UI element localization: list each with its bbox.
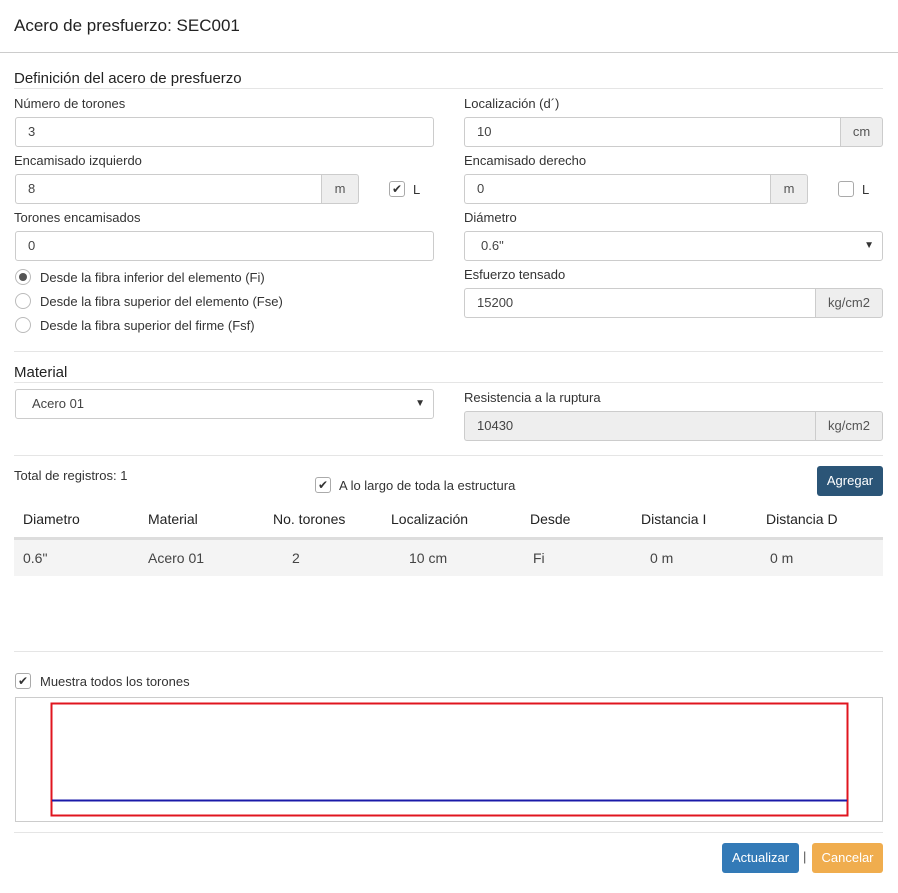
- localizacion-label: Localización (d´): [464, 96, 560, 111]
- section-divider: [14, 455, 883, 456]
- section-divider: [14, 88, 883, 89]
- localizacion-input[interactable]: 10: [464, 117, 841, 147]
- material-select-value: Acero 01: [32, 396, 85, 411]
- encamisado-izq-input[interactable]: 8: [15, 174, 322, 204]
- encamisado-izq-unit: m: [321, 174, 359, 204]
- esfuerzo-label: Esfuerzo tensado: [464, 267, 566, 282]
- esfuerzo-unit: kg/cm2: [815, 288, 883, 318]
- section-preview-canvas: [15, 697, 883, 822]
- add-button[interactable]: Agregar: [817, 466, 883, 496]
- table-cell: Acero 01: [148, 550, 205, 566]
- header-divider: [0, 52, 898, 53]
- radio-fse-label: Desde la fibra superior del elemento (Fs…: [40, 294, 283, 309]
- dialog-title: Acero de presfuerzo: SEC001: [14, 16, 240, 35]
- section-preview-svg: [50, 702, 849, 817]
- section-divider: [14, 351, 883, 352]
- encamisado-der-checkbox[interactable]: [838, 181, 854, 197]
- table-cell: 0.6": [23, 550, 48, 566]
- column-header: Diametro: [23, 511, 80, 527]
- encamisado-izq-checkbox[interactable]: ✔: [389, 181, 405, 197]
- section-divider: [14, 832, 883, 833]
- column-header: No. torones: [273, 511, 346, 527]
- show-all-strands-checkbox[interactable]: ✔: [15, 673, 31, 689]
- localizacion-unit: cm: [840, 117, 883, 147]
- num-torones-input[interactable]: 3: [15, 117, 434, 147]
- section-outline: [50, 702, 849, 817]
- encamisado-der-label: Encamisado derecho: [464, 153, 587, 168]
- table-row[interactable]: 0.6" Acero 01 2 10 cm Fi 0 m 0 m: [14, 540, 883, 576]
- material-select[interactable]: Acero 01 ▼: [15, 389, 434, 419]
- column-header: Desde: [530, 511, 571, 527]
- table-cell: 0 m: [650, 550, 674, 566]
- encamisado-der-unit: m: [770, 174, 808, 204]
- update-button[interactable]: Actualizar: [722, 843, 799, 873]
- torones-encamisados-label: Torones encamisados: [14, 210, 141, 225]
- along-structure-label: A lo largo de toda la estructura: [339, 478, 516, 493]
- esfuerzo-input[interactable]: 15200: [464, 288, 816, 318]
- table-cell: Fi: [533, 550, 545, 566]
- resistencia-input: 10430: [464, 411, 816, 441]
- column-header: Material: [148, 511, 198, 527]
- column-header: Localización: [391, 511, 469, 527]
- show-all-strands-label: Muestra todos los torones: [40, 674, 190, 689]
- radio-fse[interactable]: [15, 293, 31, 309]
- total-records: Total de registros: 1: [14, 468, 128, 483]
- radio-fsf[interactable]: [15, 317, 31, 333]
- diametro-select[interactable]: 0.6" ▼: [464, 231, 883, 261]
- checkmark-icon: ✔: [17, 674, 29, 688]
- column-header: Distancia D: [766, 511, 838, 527]
- resistencia-label: Resistencia a la ruptura: [464, 390, 601, 405]
- radio-fi[interactable]: [15, 269, 31, 285]
- diametro-label: Diámetro: [464, 210, 517, 225]
- diametro-select-value: 0.6": [481, 238, 504, 253]
- encamisado-der-input[interactable]: 0: [464, 174, 771, 204]
- column-header: Distancia I: [641, 511, 707, 527]
- checkmark-icon: ✔: [317, 478, 329, 492]
- records-table: Diametro Material No. torones Localizaci…: [14, 502, 883, 576]
- table-cell: 0 m: [770, 550, 794, 566]
- resistencia-unit: kg/cm2: [815, 411, 883, 441]
- radio-fi-label: Desde la fibra inferior del elemento (Fi…: [40, 270, 265, 285]
- footer-separator: |: [803, 849, 807, 864]
- encamisado-izq-check-label: L: [413, 182, 421, 197]
- caret-down-icon: ▼: [415, 398, 425, 409]
- checkmark-icon: ✔: [391, 182, 403, 196]
- encamisado-izq-label: Encamisado izquierdo: [14, 153, 142, 168]
- section-divider: [14, 382, 883, 383]
- radio-fsf-label: Desde la fibra superior del firme (Fsf): [40, 318, 255, 333]
- table-cell: 2: [292, 550, 300, 566]
- table-cell: 10 cm: [409, 550, 448, 566]
- cancel-button[interactable]: Cancelar: [812, 843, 883, 873]
- torones-encamisados-input[interactable]: 0: [15, 231, 434, 261]
- num-torones-label: Número de torones: [14, 96, 126, 111]
- material-section-title: Material: [14, 364, 68, 381]
- along-structure-checkbox[interactable]: ✔: [315, 477, 331, 493]
- encamisado-der-check-label: L: [862, 182, 870, 197]
- caret-down-icon: ▼: [864, 240, 874, 251]
- section-divider: [14, 651, 883, 652]
- definition-section-title: Definición del acero de presfuerzo: [14, 70, 242, 87]
